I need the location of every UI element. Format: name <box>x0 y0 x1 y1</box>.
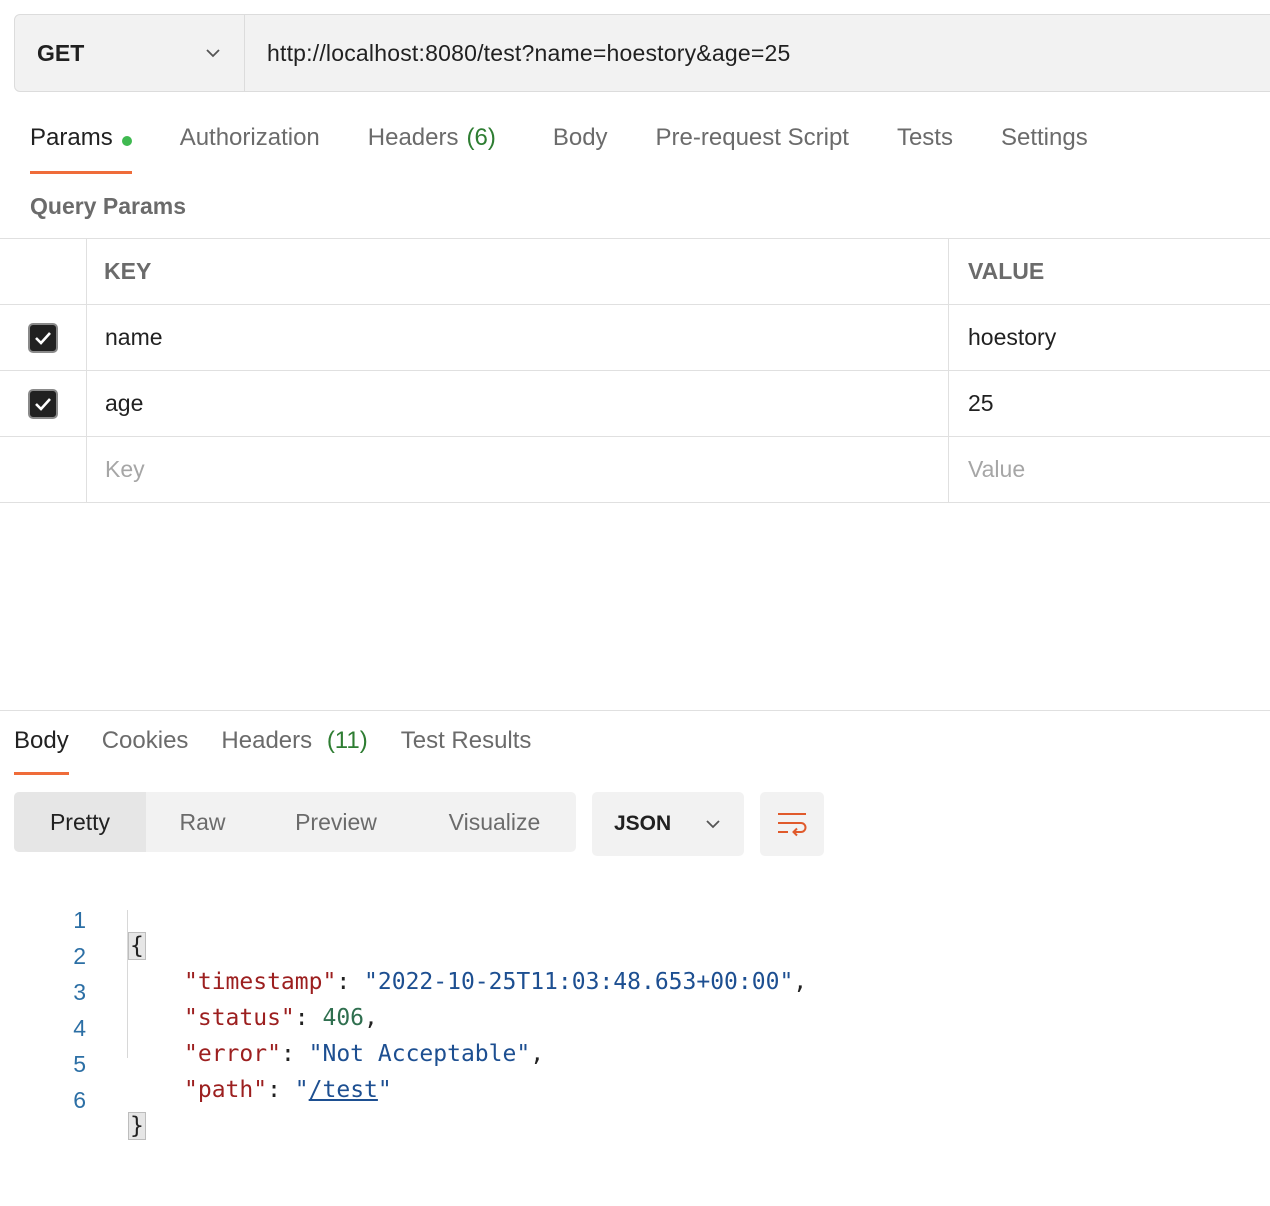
response-tab-cookies[interactable]: Cookies <box>102 727 189 775</box>
column-value-header: VALUE <box>968 258 1045 284</box>
tab-settings-label: Settings <box>1000 124 1088 151</box>
code-line: 4 "error": "Not Acceptable", <box>0 984 900 1067</box>
check-icon <box>35 331 51 345</box>
new-value-input[interactable]: Value <box>949 437 1270 502</box>
column-key-header: KEY <box>87 239 949 304</box>
tab-body-label: Body <box>552 124 608 151</box>
code-line: 2 "timestamp": "2022-10-25T11:03:48.653+… <box>0 912 900 995</box>
wrap-lines-button[interactable] <box>760 792 824 856</box>
tab-settings[interactable]: Settings <box>1001 124 1088 174</box>
request-tabs: Params Authorization Headers (6) Body Pr… <box>30 124 1136 174</box>
view-preview-button[interactable]: Preview <box>259 792 413 852</box>
code-line: 6 } <box>0 1056 900 1140</box>
headers-count: (6) <box>466 124 496 151</box>
method-label: GET <box>37 39 85 66</box>
line-number: 6 <box>73 1087 86 1113</box>
params-active-dot <box>121 136 132 146</box>
response-divider <box>0 710 1270 711</box>
tab-headers-label: Headers <box>367 124 459 151</box>
param-value-input[interactable]: hoestory <box>949 305 1270 370</box>
response-tab-test-results[interactable]: Test Results <box>401 727 532 775</box>
tab-pre-request-label: Pre-request Script <box>655 124 849 151</box>
table-row: name hoestory <box>0 304 1270 370</box>
method-select[interactable]: GET <box>15 15 245 91</box>
new-key-input[interactable]: Key <box>87 437 949 502</box>
tab-authorization-label: Authorization <box>179 124 320 151</box>
tab-params[interactable]: Params <box>30 124 132 174</box>
response-tab-headers[interactable]: Headers (11) <box>221 727 367 775</box>
view-raw-button[interactable]: Raw <box>146 792 259 852</box>
format-select[interactable]: JSON <box>592 792 744 856</box>
close-brace: } <box>128 1112 146 1140</box>
view-mode-toggle: Pretty Raw Preview Visualize <box>14 792 576 852</box>
response-tab-headers-label: Headers <box>221 727 313 754</box>
param-key-input[interactable]: age <box>87 371 949 436</box>
new-param-row: Key Value <box>0 436 1270 503</box>
response-tab-body[interactable]: Body <box>14 727 69 775</box>
param-key-input[interactable]: name <box>87 305 949 370</box>
param-checkbox[interactable] <box>28 322 58 353</box>
response-tab-body-label: Body <box>14 727 69 754</box>
chevron-down-icon <box>706 820 720 829</box>
url-text: http://localhost:8080/test?name=hoestory… <box>267 39 791 66</box>
response-tab-cookies-label: Cookies <box>101 727 189 754</box>
code-line: 3 "status": 406, <box>0 948 900 1031</box>
tab-pre-request-script[interactable]: Pre-request Script <box>656 124 849 174</box>
response-tab-test-results-label: Test Results <box>400 727 532 754</box>
format-label: JSON <box>614 812 672 835</box>
view-pretty-button[interactable]: Pretty <box>14 792 146 852</box>
tab-tests-label: Tests <box>896 124 953 151</box>
request-url-bar: GET http://localhost:8080/test?name=hoes… <box>14 14 1270 92</box>
query-params-title: Query Params <box>30 193 186 219</box>
wrap-lines-icon <box>778 813 807 837</box>
tab-body[interactable]: Body <box>553 124 608 174</box>
response-headers-count: (11) <box>326 727 368 754</box>
table-row: age 25 <box>0 370 1270 436</box>
tab-authorization[interactable]: Authorization <box>180 124 320 174</box>
response-tabs: Body Cookies Headers (11) Test Results <box>14 727 564 775</box>
code-line: 5 "path": "/test" <box>0 1020 900 1103</box>
row-checkbox-cell <box>0 437 87 502</box>
header-checkbox-cell <box>0 239 87 304</box>
row-checkbox-cell <box>0 305 87 370</box>
check-icon <box>35 397 51 411</box>
param-value-input[interactable]: 25 <box>949 371 1270 436</box>
row-checkbox-cell <box>0 371 87 436</box>
tab-params-label: Params <box>30 124 113 151</box>
table-header: KEY VALUE <box>0 238 1270 304</box>
url-input[interactable]: http://localhost:8080/test?name=hoestory… <box>245 15 790 91</box>
chevron-down-icon <box>206 49 220 58</box>
code-line: 1 { <box>0 876 900 960</box>
tab-headers[interactable]: Headers (6) <box>368 124 496 174</box>
param-checkbox[interactable] <box>28 388 58 419</box>
tab-tests[interactable]: Tests <box>897 124 953 174</box>
view-visualize-button[interactable]: Visualize <box>413 792 576 852</box>
